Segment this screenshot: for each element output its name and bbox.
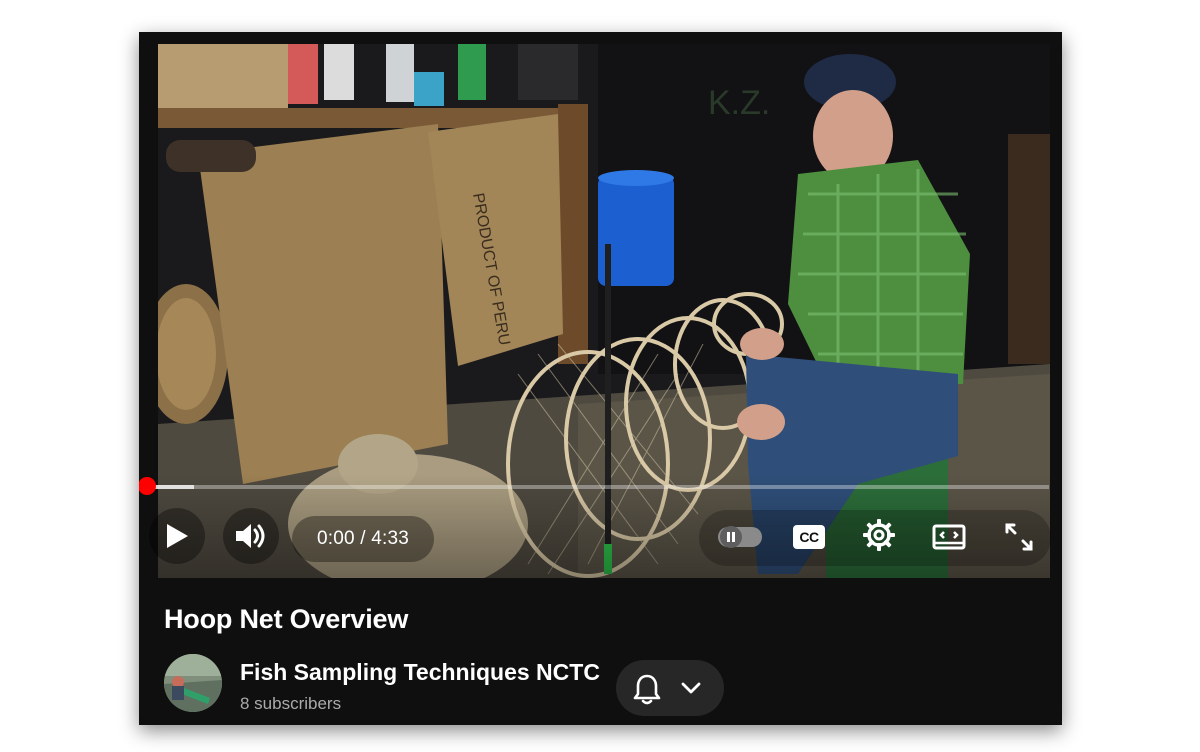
fullscreen-button[interactable] xyxy=(997,515,1041,559)
bell-icon xyxy=(633,674,661,705)
channel-avatar[interactable] xyxy=(164,654,222,712)
autoplay-toggle-icon xyxy=(718,526,762,548)
avatar-image xyxy=(164,654,222,712)
video-title[interactable]: Hoop Net Overview xyxy=(164,604,408,635)
theater-mode-button[interactable] xyxy=(927,515,971,559)
theater-mode-icon xyxy=(932,524,966,550)
progress-bar[interactable] xyxy=(139,485,1049,489)
gear-icon xyxy=(863,519,895,551)
video-player[interactable]: PRODUCT OF PERU K.Z. xyxy=(158,44,1050,578)
settings-button[interactable] xyxy=(857,513,901,557)
time-text: 0:00 / 4:33 xyxy=(317,528,409,549)
play-icon xyxy=(167,524,188,548)
captions-icon: CC xyxy=(793,525,825,549)
subscribe-notification-button[interactable] xyxy=(616,660,724,716)
chevron-down-icon xyxy=(681,682,701,694)
progress-scrubber[interactable] xyxy=(139,477,156,495)
time-display: 0:00 / 4:33 xyxy=(292,516,434,562)
fullscreen-icon xyxy=(1005,523,1033,551)
channel-name[interactable]: Fish Sampling Techniques NCTC xyxy=(240,659,600,686)
video-card: PRODUCT OF PERU K.Z. 0:00 / 4:33 CC Hoop… xyxy=(139,32,1062,725)
volume-button[interactable] xyxy=(223,508,279,564)
play-button[interactable] xyxy=(149,508,205,564)
captions-label: CC xyxy=(799,529,819,545)
captions-button[interactable]: CC xyxy=(787,515,831,559)
autoplay-toggle[interactable] xyxy=(714,515,766,559)
subscriber-count: 8 subscribers xyxy=(240,694,342,713)
volume-icon xyxy=(236,524,265,548)
wall-letters: K.Z. xyxy=(708,84,770,122)
video-frame: PRODUCT OF PERU K.Z. xyxy=(158,44,1050,578)
